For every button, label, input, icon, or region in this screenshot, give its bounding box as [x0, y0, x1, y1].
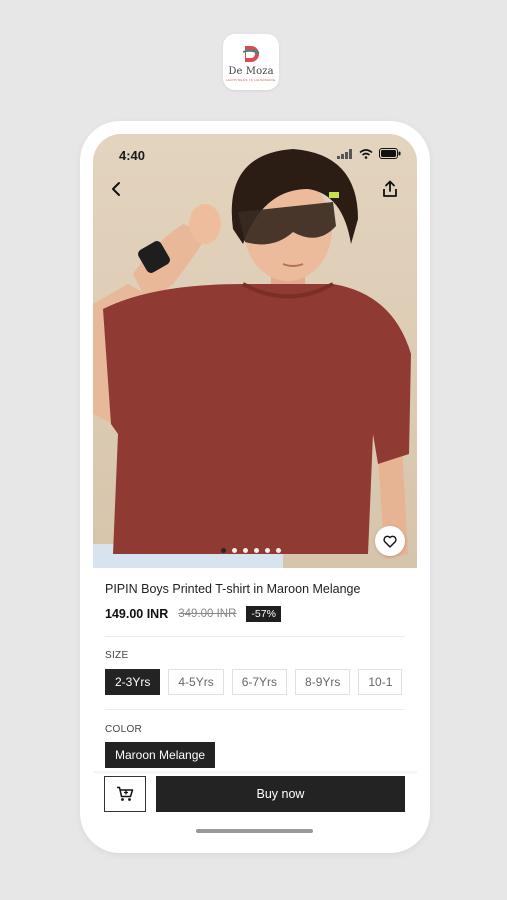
app-logo: De Moza HAPPINESS IS HANDMADE	[223, 34, 279, 90]
status-icons	[337, 148, 401, 159]
sale-price: 149.00 INR	[105, 607, 169, 621]
color-option-selected[interactable]: Maroon Melange	[105, 742, 216, 768]
divider	[105, 709, 405, 710]
carousel-dot[interactable]	[276, 548, 281, 553]
phone-frame: 4:40 PIPIN Boys Printed T-shirt in Maroo…	[80, 121, 430, 853]
wishlist-button[interactable]	[375, 526, 405, 556]
carousel-indicator	[221, 548, 281, 553]
back-button[interactable]	[105, 178, 127, 200]
size-option[interactable]: 6-7Yrs	[231, 669, 288, 695]
share-button[interactable]	[379, 178, 401, 200]
logo-text: De Moza	[228, 66, 274, 77]
carousel-dot[interactable]	[232, 548, 237, 553]
color-label: COLOR	[105, 724, 143, 735]
product-photo	[93, 149, 411, 568]
original-price: 349.00 INR	[178, 608, 237, 620]
size-option[interactable]: 4-5Yrs	[168, 669, 224, 695]
battery-icon	[379, 148, 401, 159]
product-info: PIPIN Boys Printed T-shirt in Maroon Mel…	[105, 582, 405, 622]
carousel-dot[interactable]	[265, 548, 270, 553]
price-row: 149.00 INR 349.00 INR -57%	[105, 606, 405, 622]
divider	[105, 636, 405, 637]
size-option[interactable]: 8-9Yrs	[295, 669, 351, 695]
logo-tagline: HAPPINESS IS HANDMADE	[226, 78, 276, 82]
home-indicator[interactable]	[196, 829, 313, 833]
size-options: 2-3Yrs 4-5Yrs 6-7Yrs 8-9Yrs 10-1	[105, 669, 403, 695]
product-image[interactable]: 4:40	[93, 134, 417, 568]
size-option[interactable]: 2-3Yrs	[105, 669, 161, 695]
carousel-dot[interactable]	[254, 548, 259, 553]
carousel-dot[interactable]	[221, 548, 226, 553]
signal-icon	[337, 148, 352, 159]
heart-icon	[383, 535, 397, 548]
wifi-icon	[359, 148, 373, 159]
discount-badge: -57%	[246, 606, 281, 622]
product-title: PIPIN Boys Printed T-shirt in Maroon Mel…	[105, 582, 361, 596]
bottom-bar-shadow	[93, 771, 417, 775]
size-option[interactable]: 10-1	[358, 669, 403, 695]
share-icon	[383, 180, 397, 197]
status-time: 4:40	[119, 148, 146, 163]
carousel-dot[interactable]	[243, 548, 248, 553]
buy-now-button[interactable]: Buy now	[156, 776, 405, 812]
cart-icon	[117, 786, 134, 801]
size-label: SIZE	[105, 650, 129, 661]
app-screen: 4:40 PIPIN Boys Printed T-shirt in Maroo…	[93, 134, 417, 840]
add-to-cart-button[interactable]	[104, 776, 146, 812]
chevron-left-icon	[112, 182, 120, 196]
logo-mark-icon	[242, 46, 260, 62]
